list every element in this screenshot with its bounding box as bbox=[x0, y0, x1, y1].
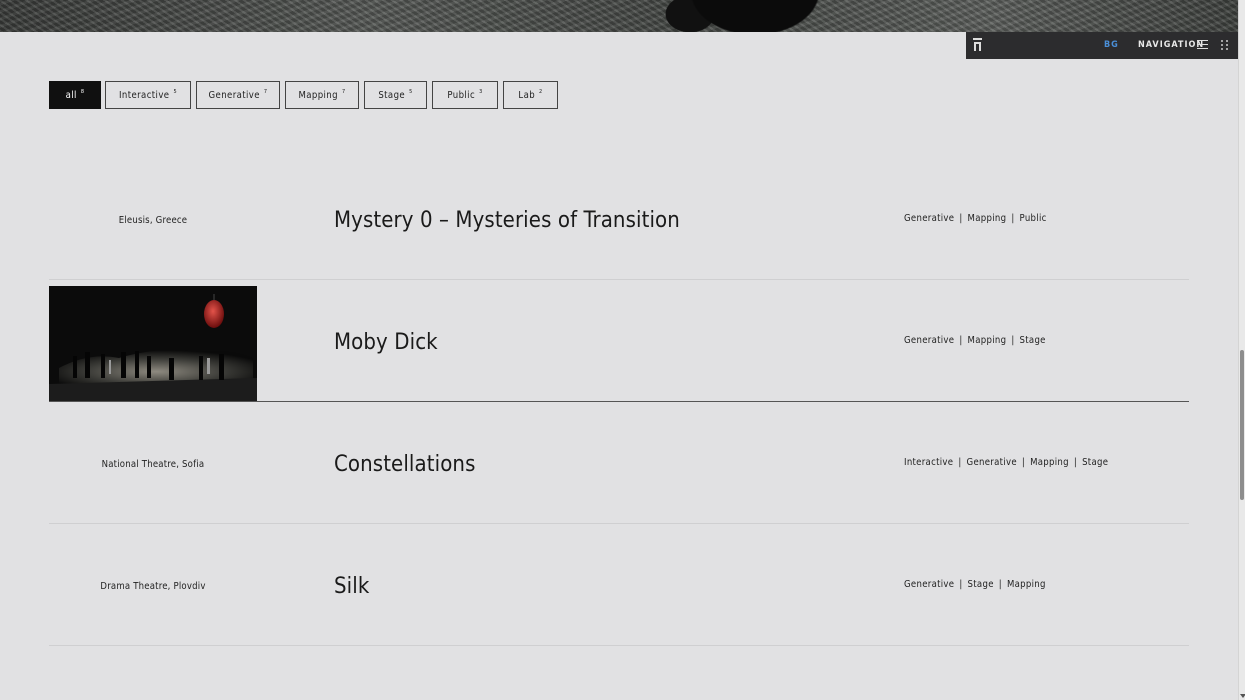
hamburger-icon[interactable] bbox=[1197, 40, 1208, 49]
project-location: National Theatre, Sofia bbox=[101, 459, 205, 470]
hero-image bbox=[0, 0, 1238, 32]
filter-public[interactable]: Public 3 bbox=[432, 81, 498, 109]
grid-dots-icon[interactable] bbox=[1221, 40, 1229, 50]
scrollbar-thumb[interactable] bbox=[1240, 350, 1244, 500]
logo-icon[interactable] bbox=[973, 38, 983, 52]
project-tags: Interactive | Generative | Mapping | Stage bbox=[904, 457, 1109, 468]
language-switch[interactable]: BG bbox=[1104, 40, 1119, 50]
project-row-moby-dick[interactable]: Moby Dick Generative | Mapping | Stage bbox=[49, 280, 1189, 402]
project-row-mystery-0[interactable]: Eleusis, Greece Mystery 0 – Mysteries of… bbox=[49, 158, 1189, 280]
scroll-down-icon[interactable] bbox=[1240, 694, 1245, 698]
row-divider bbox=[49, 645, 1189, 646]
project-title[interactable]: Silk bbox=[334, 574, 369, 599]
project-tags: Generative | Mapping | Public bbox=[904, 213, 1047, 224]
project-title[interactable]: Constellations bbox=[334, 452, 475, 477]
project-thumbnail[interactable] bbox=[49, 286, 257, 402]
project-row-constellations[interactable]: National Theatre, Sofia Constellations I… bbox=[49, 402, 1189, 524]
project-title[interactable]: Mystery 0 – Mysteries of Transition bbox=[334, 208, 680, 233]
page-scrollbar[interactable] bbox=[1238, 0, 1245, 700]
filter-mapping[interactable]: Mapping 7 bbox=[285, 81, 359, 109]
project-tags: Generative | Stage | Mapping bbox=[904, 579, 1046, 590]
navigation-label[interactable]: NAVIGATION bbox=[1138, 40, 1204, 50]
project-location: Eleusis, Greece bbox=[118, 215, 188, 226]
filter-lab[interactable]: Lab 2 bbox=[503, 81, 558, 109]
top-navigation-bar: BG NAVIGATION bbox=[966, 32, 1238, 59]
project-title[interactable]: Moby Dick bbox=[334, 330, 438, 355]
filter-generative[interactable]: Generative 7 bbox=[196, 81, 280, 109]
filter-all[interactable]: all 8 bbox=[49, 81, 101, 109]
project-row-silk[interactable]: Drama Theatre, Plovdiv Silk Generative | S… bbox=[49, 524, 1189, 646]
filter-interactive[interactable]: Interactive 5 bbox=[105, 81, 191, 109]
project-tags: Generative | Mapping | Stage bbox=[904, 335, 1046, 346]
project-location: Drama Theatre, Plovdiv bbox=[100, 581, 206, 592]
filter-stage[interactable]: Stage 5 bbox=[364, 81, 427, 109]
